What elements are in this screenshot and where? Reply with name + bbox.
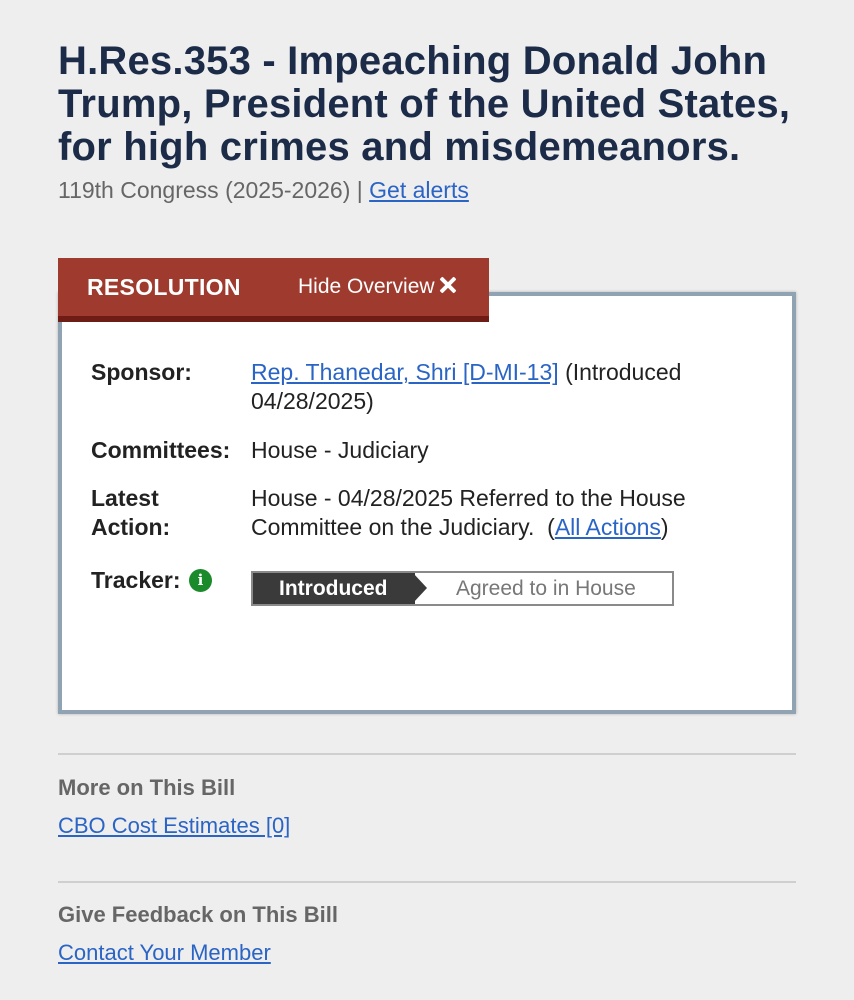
congress-line: 119th Congress (2025-2026) | Get alerts	[58, 176, 469, 204]
cbo-cost-estimates-link[interactable]: CBO Cost Estimates [0]	[58, 813, 290, 839]
divider	[58, 881, 796, 883]
tracker-step-agreed-to-in-house: Agreed to in House	[456, 577, 636, 600]
tracker-arrow	[413, 573, 427, 603]
bill-tracker: Introduced Agreed to in House	[251, 571, 674, 606]
legislation-type-label: RESOLUTION	[87, 274, 241, 300]
legislation-type-tab: RESOLUTION Hide Overview	[58, 258, 489, 322]
hide-overview-label: Hide Overview	[298, 275, 435, 298]
tracker-step-introduced: Introduced	[253, 573, 415, 604]
congress-session: 119th Congress (2025-2026)	[58, 177, 351, 203]
contact-your-member-link[interactable]: Contact Your Member	[58, 940, 271, 966]
sponsor-link[interactable]: Rep. Thanedar, Shri [D-MI-13]	[251, 359, 559, 385]
divider	[58, 753, 796, 755]
give-feedback-heading: Give Feedback on This Bill	[58, 902, 338, 927]
separator: |	[356, 177, 363, 203]
latest-action-value: House - 04/28/2025 Referred to the House…	[251, 485, 686, 540]
committees-value: House - Judiciary	[251, 437, 429, 463]
latest-action-label: Latest Action:	[91, 485, 171, 540]
tracker-label: Tracker:	[91, 567, 181, 593]
all-actions-link[interactable]: All Actions	[555, 514, 661, 540]
close-icon	[439, 276, 457, 294]
get-alerts-link[interactable]: Get alerts	[369, 177, 469, 203]
hide-overview-button[interactable]: Hide Overview	[298, 275, 457, 299]
sponsor-value: Rep. Thanedar, Shri [D-MI-13] (Introduce…	[251, 358, 721, 416]
committees-label: Committees:	[91, 437, 231, 463]
sponsor-label: Sponsor:	[91, 359, 192, 385]
more-on-bill-heading: More on This Bill	[58, 775, 236, 800]
bill-title: H.Res.353 - Impeaching Donald John Trump…	[58, 39, 791, 169]
info-circle-icon[interactable]: i	[189, 569, 212, 592]
